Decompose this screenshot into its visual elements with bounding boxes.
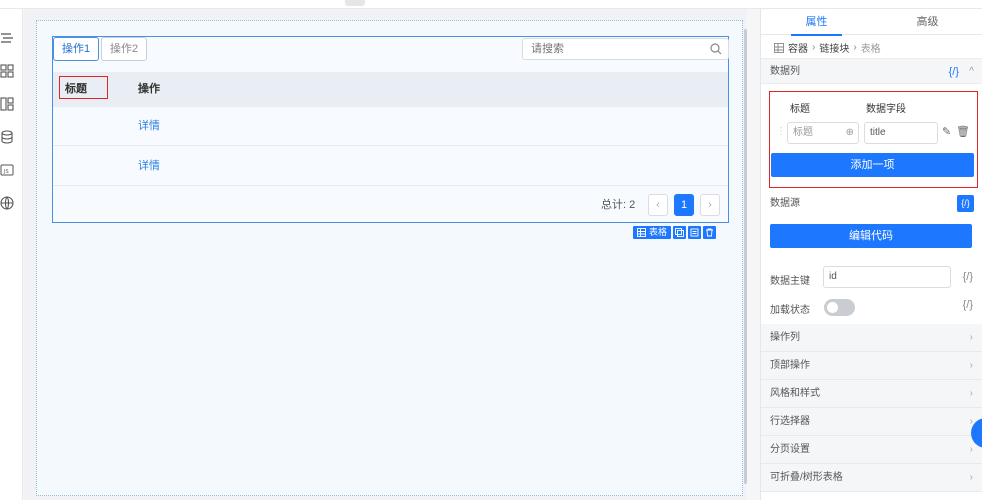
svg-text:JS: JS: [3, 169, 9, 175]
detail-link[interactable]: 详情: [138, 147, 160, 186]
toolbar-action-1-button[interactable]: 操作1: [53, 37, 100, 61]
column-header-title[interactable]: 标题: [65, 72, 87, 107]
js-code-icon[interactable]: JS: [0, 163, 14, 177]
column-header-action[interactable]: 操作: [138, 72, 160, 107]
component-type-tag[interactable]: 表格: [633, 226, 672, 239]
components-grid-icon[interactable]: [0, 64, 14, 78]
toolbar-action-2-button[interactable]: 操作2: [101, 37, 148, 61]
table-row: 详情: [53, 147, 728, 186]
page-1-button[interactable]: 1: [674, 194, 694, 216]
section-top-actions[interactable]: 顶部操作 ›: [761, 352, 982, 380]
column-title-input[interactable]: 标题 ⊕: [787, 122, 859, 144]
section-title: 行选择器: [770, 416, 810, 427]
top-bar-handle[interactable]: [345, 0, 365, 6]
tab-properties[interactable]: 属性: [761, 9, 872, 36]
chevron-right-icon: ›: [812, 42, 816, 53]
detail-link[interactable]: 详情: [138, 107, 160, 146]
search-icon[interactable]: [710, 43, 722, 55]
breadcrumb: 容器 › 链接块 › 表格: [774, 40, 881, 55]
left-toolbar: JS: [0, 9, 23, 500]
section-title: 操作列: [770, 332, 800, 343]
code-toggle[interactable]: {/}: [949, 59, 959, 85]
primary-key-label: 数据主键: [770, 276, 810, 287]
code-toggle[interactable]: {/}: [957, 195, 974, 212]
pagination-bar: 总计: 2 ‹ 1 ›: [53, 187, 728, 222]
breadcrumb-current: 表格: [860, 44, 881, 55]
section-tree-table[interactable]: 可折叠/树形表格 ›: [761, 464, 982, 492]
table-component[interactable]: 操作1 操作2 标题 操作 详情 详情 总计: 2 ‹: [52, 36, 729, 223]
component-toolbar: 表格: [633, 226, 717, 239]
section-action-column[interactable]: 操作列 ›: [761, 324, 982, 352]
delete-icon[interactable]: [703, 226, 717, 239]
chevron-right-icon: ›: [853, 42, 857, 53]
prev-page-button[interactable]: ‹: [648, 194, 668, 216]
edit-icon[interactable]: ✎: [942, 125, 951, 138]
section-data-columns[interactable]: 数据列 {/} ^: [761, 58, 982, 84]
editor-canvas-area: 操作1 操作2 标题 操作 详情 详情 总计: 2 ‹: [24, 9, 747, 500]
table-icon: [774, 42, 784, 53]
component-type-label: 表格: [649, 227, 668, 237]
loading-state-label: 加载状态: [770, 305, 810, 316]
col-header-field: 数据字段: [866, 104, 906, 115]
primary-key-input[interactable]: id: [823, 266, 951, 288]
page-container[interactable]: 操作1 操作2 标题 操作 详情 详情 总计: 2 ‹: [36, 20, 743, 496]
drag-handle-icon[interactable]: ⋮: [776, 126, 786, 137]
col-header-title: 标题: [790, 104, 810, 115]
table-header: 标题 操作: [53, 72, 728, 107]
section-title: 可折叠/树形表格: [770, 472, 843, 483]
copy-icon[interactable]: [673, 226, 687, 239]
loading-state-toggle[interactable]: [824, 299, 855, 316]
section-title: 数据列: [770, 66, 800, 77]
section-title: 顶部操作: [770, 360, 810, 371]
canvas-scrollbar[interactable]: [744, 29, 747, 484]
data-columns-editor: 标题 数据字段 ⋮ 标题 ⊕ title ✎ 🗑 添加一项: [769, 91, 978, 188]
paste-icon[interactable]: [688, 226, 702, 239]
tab-advanced[interactable]: 高级: [872, 9, 982, 35]
column-field-input[interactable]: title: [864, 122, 938, 144]
section-pagination[interactable]: 分页设置 ›: [761, 436, 982, 464]
section-style[interactable]: 风格和样式 ›: [761, 380, 982, 408]
section-row-selector[interactable]: 行选择器 ›: [761, 408, 982, 436]
section-title: 分页设置: [770, 444, 810, 455]
section-title: 数据源: [770, 198, 800, 209]
search-input[interactable]: [523, 39, 698, 59]
trash-icon[interactable]: 🗑: [956, 125, 970, 138]
breadcrumb-item[interactable]: 容器: [788, 40, 808, 55]
properties-panel: 属性 高级 容器 › 链接块 › 表格 数据列 {/} ^ 标题 数据字段 ⋮ …: [760, 9, 982, 500]
table-icon: [637, 228, 646, 237]
chevron-right-icon: ›: [969, 472, 973, 483]
top-bar: [0, 0, 982, 9]
code-toggle[interactable]: {/}: [963, 299, 973, 311]
table-search[interactable]: [522, 38, 729, 60]
breadcrumb-item[interactable]: 链接块: [819, 40, 849, 55]
total-count: 总计: 2: [601, 199, 636, 211]
outline-icon[interactable]: [0, 31, 14, 45]
section-title: 风格和样式: [770, 388, 820, 399]
chevron-right-icon: ›: [969, 360, 973, 371]
panel-tabs: 属性 高级: [761, 9, 982, 36]
globe-icon[interactable]: [0, 196, 14, 210]
column-title-value: 标题: [793, 127, 813, 138]
section-data-source: 数据源 {/}: [761, 191, 982, 217]
layout-blocks-icon[interactable]: [0, 97, 14, 111]
chevron-right-icon: ›: [969, 388, 973, 399]
add-item-button[interactable]: 添加一项: [771, 153, 974, 177]
edit-code-button[interactable]: 编辑代码: [770, 224, 972, 248]
next-page-button[interactable]: ›: [700, 194, 720, 216]
code-toggle[interactable]: {/}: [963, 271, 973, 283]
chevron-up-icon[interactable]: ^: [969, 59, 974, 85]
database-icon[interactable]: [0, 130, 14, 144]
table-row: 详情: [53, 107, 728, 146]
chevron-right-icon: ›: [969, 332, 973, 343]
globe-icon[interactable]: ⊕: [846, 123, 854, 143]
